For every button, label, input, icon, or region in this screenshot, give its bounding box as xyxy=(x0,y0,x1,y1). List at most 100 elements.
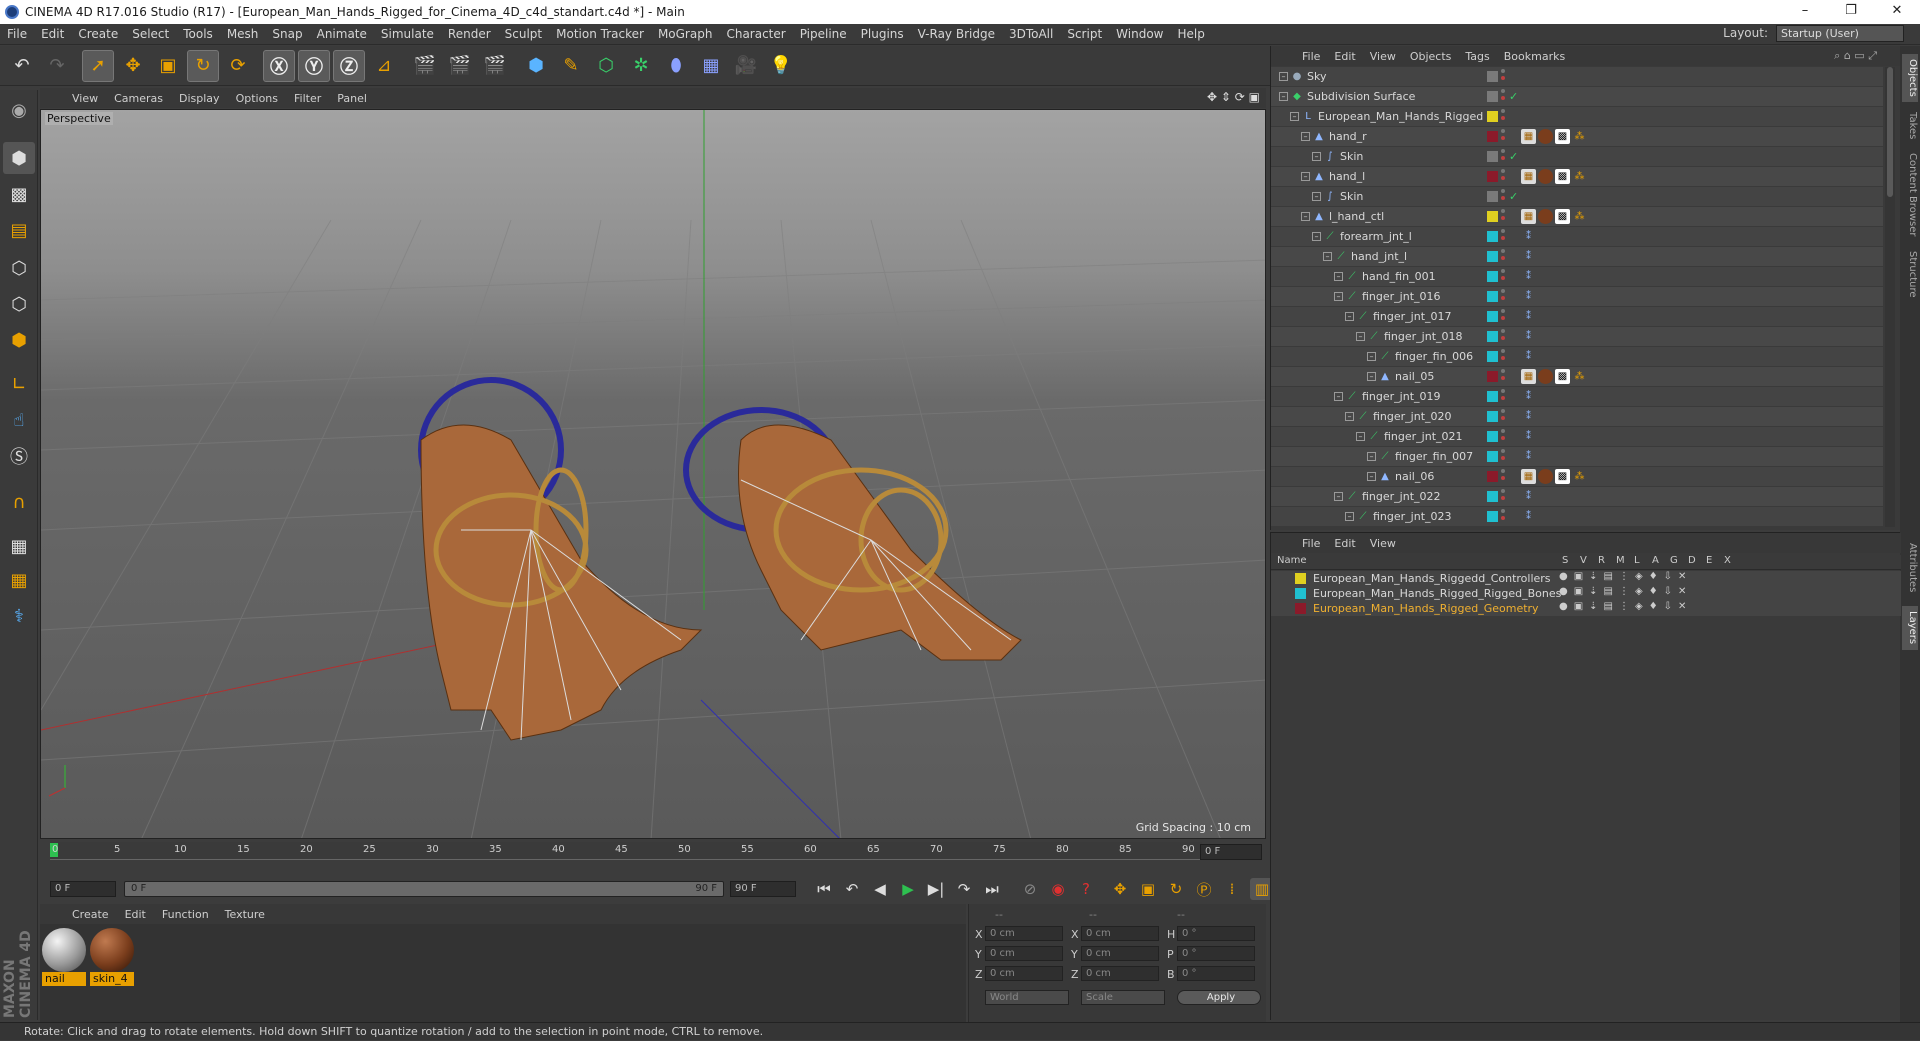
solo-icon[interactable]: Ⓢ xyxy=(3,440,35,472)
tree-expander[interactable]: – xyxy=(1367,372,1376,381)
menu-sculpt[interactable]: Sculpt xyxy=(498,27,549,41)
layer-toggle-icons[interactable]: ●▣⇣▤⋮◈♦⇩✕ xyxy=(1559,601,1692,612)
layer-color-swatch[interactable] xyxy=(1487,171,1498,182)
snap-icon[interactable]: ∩ xyxy=(3,486,35,518)
tree-expander[interactable]: – xyxy=(1367,352,1376,361)
visibility-dots[interactable] xyxy=(1501,109,1505,123)
layer-color-swatch[interactable] xyxy=(1487,231,1498,242)
close-button[interactable]: ✕ xyxy=(1874,0,1920,24)
tree-expander[interactable]: – xyxy=(1334,292,1343,301)
material-tag-icon[interactable] xyxy=(1538,209,1553,224)
layer-color-swatch[interactable] xyxy=(1487,191,1498,202)
menu-pipeline[interactable]: Pipeline xyxy=(793,27,854,41)
visibility-dots[interactable] xyxy=(1501,509,1505,523)
visibility-dots[interactable] xyxy=(1501,289,1505,303)
ik-tag-icon[interactable]: ⁑ xyxy=(1521,229,1536,244)
layer-color-swatch[interactable] xyxy=(1487,491,1498,502)
vp-menu-view[interactable]: View xyxy=(64,92,106,105)
key-parameter-icon[interactable]: Ⓟ xyxy=(1192,878,1216,900)
visibility-dots[interactable] xyxy=(1501,149,1505,163)
texture-mode-icon[interactable]: ▩ xyxy=(3,178,35,210)
menu-edit[interactable]: Edit xyxy=(34,27,71,41)
prev-frame-icon[interactable]: ◀ xyxy=(868,878,892,900)
light-icon[interactable]: 💡 xyxy=(765,50,797,82)
layout-select[interactable]: Startup (User) xyxy=(1776,25,1904,42)
tree-expander[interactable]: – xyxy=(1301,132,1310,141)
tree-expander[interactable]: – xyxy=(1345,512,1354,521)
ik-tag-icon[interactable]: ⁑ xyxy=(1521,249,1536,264)
weight-tag-icon[interactable]: ⁂ xyxy=(1572,369,1587,384)
go-to-end-icon[interactable]: ⏭ xyxy=(980,878,1004,900)
tree-expander[interactable]: – xyxy=(1312,232,1321,241)
object-row[interactable]: – ▲ l_hand_ctl ▦ ▩ ⁂ xyxy=(1271,207,1883,227)
floor-scene-icon[interactable]: ▦ xyxy=(695,50,727,82)
coord-y-position[interactable]: 0 cm xyxy=(985,946,1063,961)
layer-color-swatch[interactable] xyxy=(1487,391,1498,402)
layer-color-swatch[interactable] xyxy=(1487,511,1498,522)
vp-menu-cameras[interactable]: Cameras xyxy=(106,92,171,105)
object-row[interactable]: – ⟋ finger_fin_007 ⁑ xyxy=(1271,447,1883,467)
om-menu-file[interactable]: File xyxy=(1295,50,1327,63)
vp-menu-filter[interactable]: Filter xyxy=(286,92,329,105)
deformer-icon[interactable]: ⬮ xyxy=(660,50,692,82)
material-tag-icon[interactable] xyxy=(1538,169,1553,184)
polygons-mode-icon[interactable]: ⬢ xyxy=(3,324,35,356)
layer-color-swatch[interactable] xyxy=(1295,573,1306,584)
layer-color-swatch[interactable] xyxy=(1295,603,1306,614)
tree-expander[interactable]: – xyxy=(1301,172,1310,181)
om-menu-bookmarks[interactable]: Bookmarks xyxy=(1497,50,1572,63)
coord-x-position[interactable]: 0 cm xyxy=(985,926,1063,941)
go-to-start-icon[interactable]: ⏮ xyxy=(812,878,836,900)
workplane-grid-icon[interactable]: ▦ xyxy=(3,530,35,562)
layer-color-swatch[interactable] xyxy=(1487,71,1498,82)
object-tags[interactable]: ⁑ xyxy=(1521,489,1536,505)
weight-tag-icon[interactable]: ⁂ xyxy=(1572,169,1587,184)
object-row[interactable]: – ⟋ finger_fin_006 ⁑ xyxy=(1271,347,1883,367)
tree-expander[interactable]: – xyxy=(1312,192,1321,201)
object-row[interactable]: – ⟋ finger_jnt_021 ⁑ xyxy=(1271,427,1883,447)
spline-pen-icon[interactable]: ✎ xyxy=(555,50,587,82)
menu-character[interactable]: Character xyxy=(719,27,792,41)
cloner-icon[interactable]: ✲ xyxy=(625,50,657,82)
ik-tag-icon[interactable]: ⁑ xyxy=(1521,429,1536,444)
mat-menu-create[interactable]: Create xyxy=(64,908,117,921)
coord-z-size[interactable]: 0 cm xyxy=(1081,966,1159,981)
timeline-ruler[interactable]: 0 5 10 15 20 25 30 35 40 45 50 55 60 65 … xyxy=(40,840,1266,876)
texture-tag-icon[interactable]: ▦ xyxy=(1521,469,1536,484)
menu-script[interactable]: Script xyxy=(1060,27,1109,41)
layer-color-swatch[interactable] xyxy=(1487,431,1498,442)
python-icon[interactable]: ⚕ xyxy=(3,600,35,632)
coord-z-position[interactable]: 0 cm xyxy=(985,966,1063,981)
enabled-check[interactable]: ✓ xyxy=(1509,90,1518,103)
recent-tool-icon[interactable]: ⟳ xyxy=(222,50,254,82)
rotate-tool-icon[interactable]: ↻ xyxy=(187,49,219,82)
object-row[interactable]: – ∫ Skin ✓ xyxy=(1271,147,1883,167)
coord-b-rotation[interactable]: 0 ° xyxy=(1177,966,1255,981)
tree-expander[interactable]: – xyxy=(1367,452,1376,461)
object-tags[interactable]: ⁑ xyxy=(1521,269,1536,285)
move-tool-icon[interactable]: ✥ xyxy=(117,50,149,82)
om-menu-edit[interactable]: Edit xyxy=(1327,50,1362,63)
object-row[interactable]: – L European_Man_Hands_Rigged xyxy=(1271,107,1883,127)
object-tags[interactable]: ▦ ▩ ⁂ xyxy=(1521,209,1587,225)
tree-expander[interactable]: – xyxy=(1367,472,1376,481)
menu-help[interactable]: Help xyxy=(1170,27,1211,41)
ik-tag-icon[interactable]: ⁑ xyxy=(1521,289,1536,304)
layer-name[interactable]: European_Man_Hands_Rigged_Rigged_Bones xyxy=(1313,587,1561,600)
redo-icon[interactable]: ↷ xyxy=(41,50,73,82)
next-key-icon[interactable]: ↷ xyxy=(952,878,976,900)
visibility-dots[interactable] xyxy=(1501,369,1505,383)
texture-tag-icon[interactable]: ▦ xyxy=(1521,369,1536,384)
uvw-tag-icon[interactable]: ▩ xyxy=(1555,169,1570,184)
menu-mograph[interactable]: MoGraph xyxy=(651,27,720,41)
object-row[interactable]: – ⟋ finger_jnt_018 ⁑ xyxy=(1271,327,1883,347)
ik-tag-icon[interactable]: ⁑ xyxy=(1521,509,1536,524)
axis-mode-icon[interactable]: ∟ xyxy=(3,368,35,400)
x-axis-icon[interactable]: Ⓧ xyxy=(263,49,295,82)
tab-takes[interactable]: Takes xyxy=(1902,106,1918,146)
mat-menu-edit[interactable]: Edit xyxy=(117,908,154,921)
object-tags[interactable]: ▦ ▩ ⁂ xyxy=(1521,369,1587,385)
object-tags[interactable]: ⁑ xyxy=(1521,449,1536,465)
minimize-button[interactable]: – xyxy=(1782,0,1828,24)
layer-color-swatch[interactable] xyxy=(1487,251,1498,262)
